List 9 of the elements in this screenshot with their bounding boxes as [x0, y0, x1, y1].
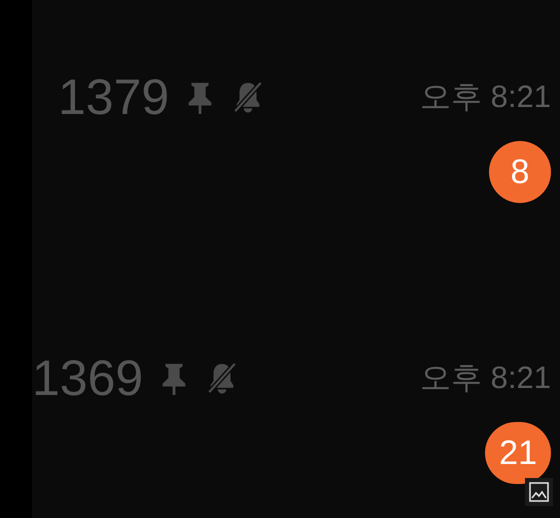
chat-row[interactable]: 1379 오후 8:21 8: [32, 0, 560, 281]
chat-title: 1369: [32, 350, 144, 406]
chat-time: 오후 8:21: [420, 78, 551, 116]
unread-badge: 21: [485, 422, 551, 484]
chat-time: 오후 8:21: [420, 359, 551, 397]
chat-title: 1379: [58, 69, 170, 125]
unread-badge: 8: [489, 141, 551, 203]
image-icon[interactable]: [525, 478, 553, 506]
chat-row[interactable]: 1369 오후 8:21 21: [32, 281, 560, 518]
